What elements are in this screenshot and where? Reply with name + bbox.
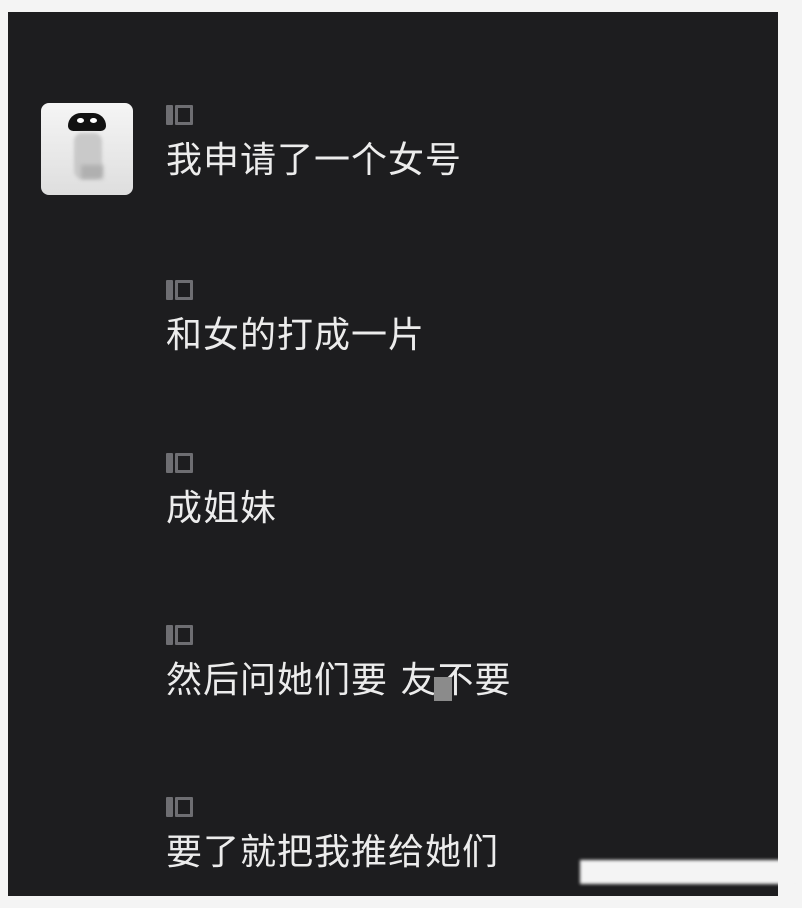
message-text[interactable]: 和女的打成一片 <box>166 313 425 359</box>
message-1: 我申请了一个女号 <box>166 103 462 184</box>
avatar-eye-left <box>77 118 84 123</box>
name-placeholder-icon <box>175 624 193 645</box>
blurred-footer <box>580 860 794 884</box>
sender-name-placeholder <box>166 103 198 126</box>
message-text[interactable]: 要了就把我推给她们 <box>166 830 499 876</box>
message-5: 要了就把我推给她们 <box>166 795 499 876</box>
blurred-timestamp <box>482 36 586 62</box>
sender-name-placeholder <box>166 278 198 301</box>
chat-screen: 我申请了一个女号 和女的打成一片 成姐妹 然后问她们要 友不要 要了就把我推给她… <box>8 12 778 896</box>
name-placeholder-icon <box>175 796 193 817</box>
name-placeholder-icon <box>166 104 173 125</box>
redaction-block <box>434 677 452 701</box>
message-4: 然后问她们要 友不要 <box>166 623 511 704</box>
avatar-shadow <box>81 165 103 179</box>
avatar-eye-right <box>90 118 97 123</box>
name-placeholder-icon <box>166 452 173 473</box>
name-placeholder-icon <box>166 279 173 300</box>
name-placeholder-icon <box>166 624 173 645</box>
message-text[interactable]: 我申请了一个女号 <box>166 138 462 184</box>
message-text[interactable]: 然后问她们要 友不要 <box>166 658 511 704</box>
message-3: 成姐妹 <box>166 451 277 532</box>
name-placeholder-icon <box>175 452 193 473</box>
sender-name-placeholder <box>166 451 198 474</box>
sender-name-placeholder <box>166 795 198 818</box>
name-placeholder-icon <box>175 104 193 125</box>
sender-avatar[interactable] <box>41 103 133 195</box>
message-text[interactable]: 成姐妹 <box>166 486 277 532</box>
message-2: 和女的打成一片 <box>166 278 425 359</box>
avatar-cap <box>68 113 106 131</box>
name-placeholder-icon <box>166 796 173 817</box>
name-placeholder-icon <box>175 279 193 300</box>
sender-name-placeholder <box>166 623 198 646</box>
